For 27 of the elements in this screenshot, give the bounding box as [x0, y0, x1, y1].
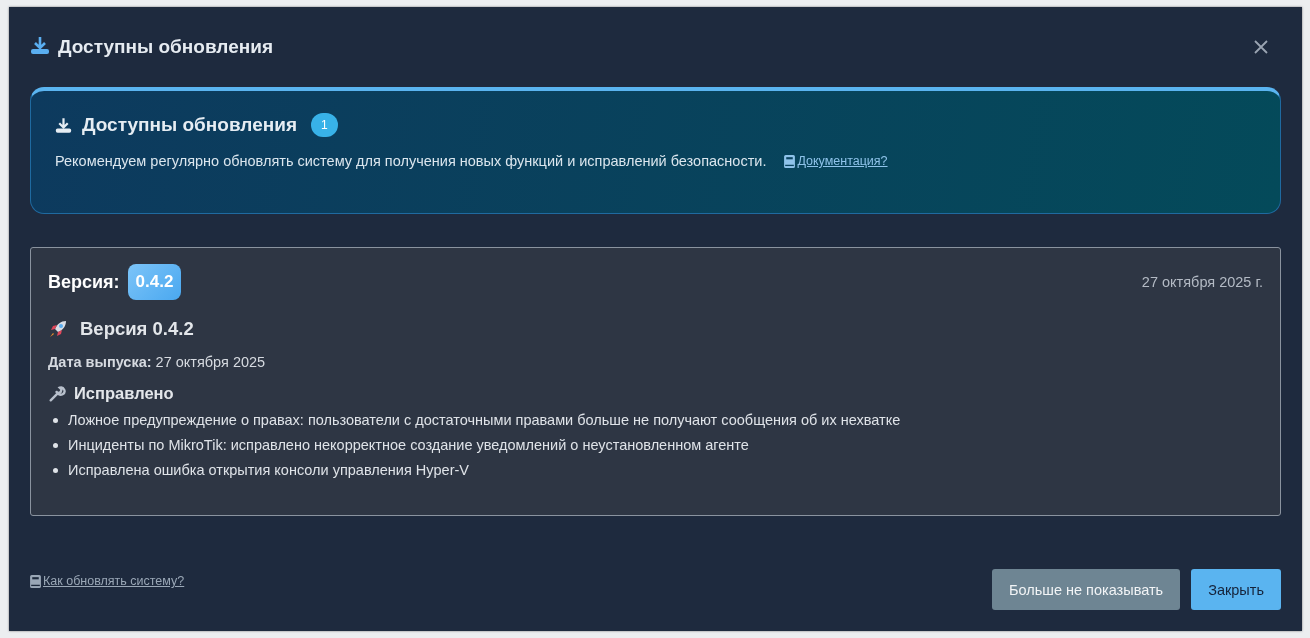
- bullet-icon: [53, 467, 58, 473]
- bullet-icon: [53, 417, 58, 423]
- section-heading: Исправлено: [74, 384, 174, 403]
- close-icon[interactable]: [1254, 40, 1268, 54]
- dialog-title: Доступны обновления: [58, 36, 273, 58]
- bullet-icon: [53, 442, 58, 448]
- close-button[interactable]: Закрыть: [1191, 569, 1281, 610]
- fix-item: Ложное предупреждение о правах: пользователи с достаточными правами больше не получают сообщения об их нехватке: [68, 412, 901, 428]
- book-icon: [784, 154, 796, 168]
- count-badge: 1: [311, 113, 338, 137]
- dismiss-button[interactable]: Больше не показывать: [992, 569, 1181, 610]
- download-icon: [55, 117, 72, 133]
- book-icon: [30, 574, 41, 588]
- banner-text: Рекомендуем регулярно обновлять систему для получения новых функций и исправлений безопасности.: [55, 153, 767, 169]
- documentation-link[interactable]: Документация?: [797, 154, 888, 168]
- help-link[interactable]: Как обновлять систему?: [43, 574, 185, 588]
- wrench-icon: [48, 384, 66, 403]
- fix-item: Исправлена ошибка открытия консоли управления Hyper-V: [68, 462, 469, 478]
- fix-item: Инциденты по MikroTik: исправлено некорректное создание уведомлений о неустановленном агенте: [68, 437, 749, 453]
- rocket-icon: [48, 319, 68, 339]
- download-icon: [30, 36, 50, 54]
- release-date: 27 октября 2025 г.: [1141, 274, 1263, 290]
- banner-title: Доступны обновления: [82, 114, 297, 136]
- release-date-line: Дата выпуска: 27 октября 2025: [48, 354, 267, 370]
- version-heading: Версия 0.4.2: [80, 318, 194, 340]
- version-badge: 0.4.2: [127, 264, 182, 300]
- version-label: Версия:: [48, 271, 120, 293]
